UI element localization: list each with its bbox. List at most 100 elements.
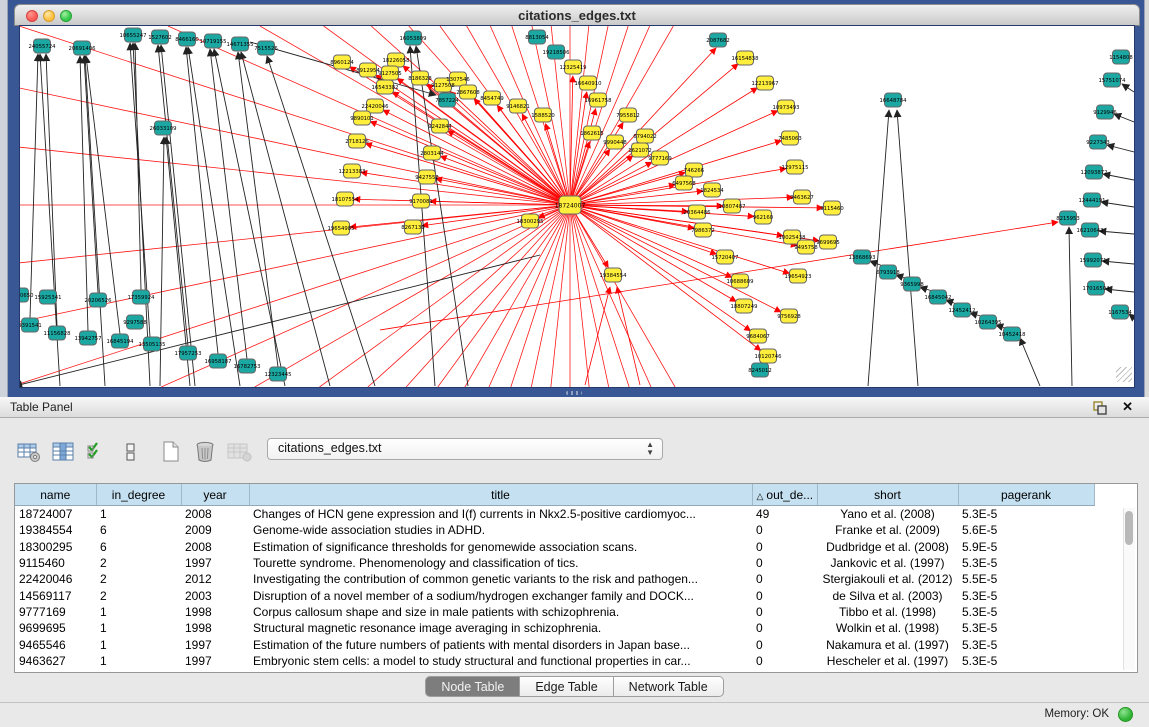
table-row[interactable]: 1938455462009Genome-wide association stu… [15,522,1094,538]
table-cell[interactable]: 9465546 [15,636,96,652]
table-cell[interactable]: 5.5E-5 [958,571,1094,587]
tab-node-table[interactable]: Node Table [425,676,520,697]
column-header-pagerank[interactable]: pagerank [958,484,1094,506]
table-cell[interactable]: 5.3E-5 [958,555,1094,571]
table-cell[interactable]: 18300295 [15,539,96,555]
table-cell[interactable]: Estimation of the future numbers of pati… [249,636,752,652]
table-cell[interactable]: Investigating the contribution of common… [249,571,752,587]
table-cell[interactable]: 5.3E-5 [958,620,1094,636]
table-cell[interactable]: Tibbo et al. (1998) [817,604,958,620]
table-cell[interactable]: 2003 [181,587,249,603]
table-cell[interactable]: Yano et al. (2008) [817,506,958,523]
table-cell[interactable]: 5.9E-5 [958,539,1094,555]
table-cell[interactable]: Stergiakouli et al. (2012) [817,571,958,587]
table-cell[interactable]: 0 [752,539,817,555]
table-selector-dropdown[interactable]: citations_edges.txt ▲▼ [267,438,663,460]
table-cell[interactable]: 5.3E-5 [958,506,1094,523]
table-cell[interactable]: 1997 [181,653,249,669]
table-cell[interactable]: 2 [96,571,181,587]
table-cell[interactable]: Nakamura et al. (1997) [817,636,958,652]
table-cell[interactable]: Corpus callosum shape and size in male p… [249,604,752,620]
column-header-in-degree[interactable]: in_degree [96,484,181,506]
table-cell[interactable]: 0 [752,571,817,587]
delete-column-button[interactable] [192,439,218,465]
table-cell[interactable]: de Silva et al. (2003) [817,587,958,603]
table-row[interactable]: 2242004622012Investigating the contribut… [15,571,1094,587]
table-row[interactable]: 1872400712008Changes of HCN gene express… [15,506,1094,523]
table-cell[interactable]: 2 [96,555,181,571]
table-cell[interactable]: 2008 [181,539,249,555]
table-cell[interactable]: 2009 [181,522,249,538]
column-header-out-de-[interactable]: △out_de... [752,484,817,506]
close-panel-icon[interactable]: ✕ [1122,399,1133,415]
table-row[interactable]: 969969511998Structural magnetic resonanc… [15,620,1094,636]
table-cell[interactable]: 1 [96,506,181,523]
table-scrollbar[interactable] [1123,508,1135,670]
table-cell[interactable]: Wolkin et al. (1998) [817,620,958,636]
table-cell[interactable]: 19384554 [15,522,96,538]
table-row[interactable]: 1456911722003Disruption of a novel membe… [15,587,1094,603]
table-cell[interactable]: 2 [96,587,181,603]
table-cell[interactable]: Estimation of significance thresholds fo… [249,539,752,555]
table-cell[interactable]: Disruption of a novel member of a sodium… [249,587,752,603]
table-cell[interactable]: 1 [96,653,181,669]
column-header-name[interactable]: name [15,484,96,506]
network-canvas[interactable]: 2405572420691406106552471527602846616010… [20,26,1134,387]
table-cell[interactable]: 22420046 [15,571,96,587]
table-cell[interactable]: 0 [752,522,817,538]
table-cell[interactable]: Embryonic stem cells: a model to study s… [249,653,752,669]
table-cell[interactable]: 0 [752,620,817,636]
table-cell[interactable]: 1 [96,604,181,620]
table-cell[interactable]: 9115460 [15,555,96,571]
table-cell[interactable]: 6 [96,539,181,555]
table-cell[interactable]: Genome-wide association studies in ADHD. [249,522,752,538]
table-cell[interactable]: 1998 [181,620,249,636]
table-cell[interactable]: 1998 [181,604,249,620]
table-row[interactable]: 946554611997Estimation of the future num… [15,636,1094,652]
table-row[interactable]: 1830029562008Estimation of significance … [15,539,1094,555]
table-cell[interactable]: 6 [96,522,181,538]
tab-network-table[interactable]: Network Table [614,676,724,697]
table-cell[interactable]: 2012 [181,571,249,587]
table-row[interactable]: 977716911998Corpus callosum shape and si… [15,604,1094,620]
table-cell[interactable]: 0 [752,604,817,620]
table-cell[interactable]: 2008 [181,506,249,523]
table-cell[interactable]: 1997 [181,555,249,571]
table-cell[interactable]: 0 [752,636,817,652]
table-cell[interactable]: 49 [752,506,817,523]
column-header-short[interactable]: short [817,484,958,506]
table-cell[interactable]: 5.3E-5 [958,636,1094,652]
table-cell[interactable]: 0 [752,587,817,603]
network-window-titlebar[interactable]: citations_edges.txt [14,4,1140,26]
window-resize-grip[interactable] [1116,367,1132,382]
table-cell[interactable]: 1 [96,636,181,652]
table-cell[interactable]: Tourette syndrome. Phenomenology and cla… [249,555,752,571]
table-scrollbar-thumb[interactable] [1125,511,1133,545]
table-cell[interactable]: 1 [96,620,181,636]
table-cell[interactable]: Changes of HCN gene expression and I(f) … [249,506,752,523]
table-cell[interactable]: 5.6E-5 [958,522,1094,538]
table-cell[interactable]: 9463627 [15,653,96,669]
table-cell[interactable]: 18724007 [15,506,96,523]
table-row[interactable]: 911546021997Tourette syndrome. Phenomeno… [15,555,1094,571]
column-header-year[interactable]: year [181,484,249,506]
table-cell[interactable]: Dudbridge et al. (2008) [817,539,958,555]
column-header-title[interactable]: title [249,484,752,506]
column-visibility-button[interactable] [50,439,76,465]
new-column-button[interactable] [158,439,184,465]
merge-rows-button[interactable] [118,439,144,465]
table-cell[interactable]: 1997 [181,636,249,652]
table-cell[interactable]: Structural magnetic resonance image aver… [249,620,752,636]
table-cell[interactable]: 14569117 [15,587,96,603]
float-panel-icon[interactable] [1093,401,1107,415]
table-cell[interactable]: Jankovic et al. (1997) [817,555,958,571]
table-cell[interactable]: 0 [752,653,817,669]
table-cell[interactable]: 9699695 [15,620,96,636]
tab-edge-table[interactable]: Edge Table [520,676,613,697]
table-cell[interactable]: Hescheler et al. (1997) [817,653,958,669]
table-cell[interactable]: 9777169 [15,604,96,620]
table-cell[interactable]: Franke et al. (2009) [817,522,958,538]
table-cell[interactable]: 5.3E-5 [958,587,1094,603]
splitter-grip[interactable] [566,391,582,395]
table-cell[interactable]: 0 [752,555,817,571]
